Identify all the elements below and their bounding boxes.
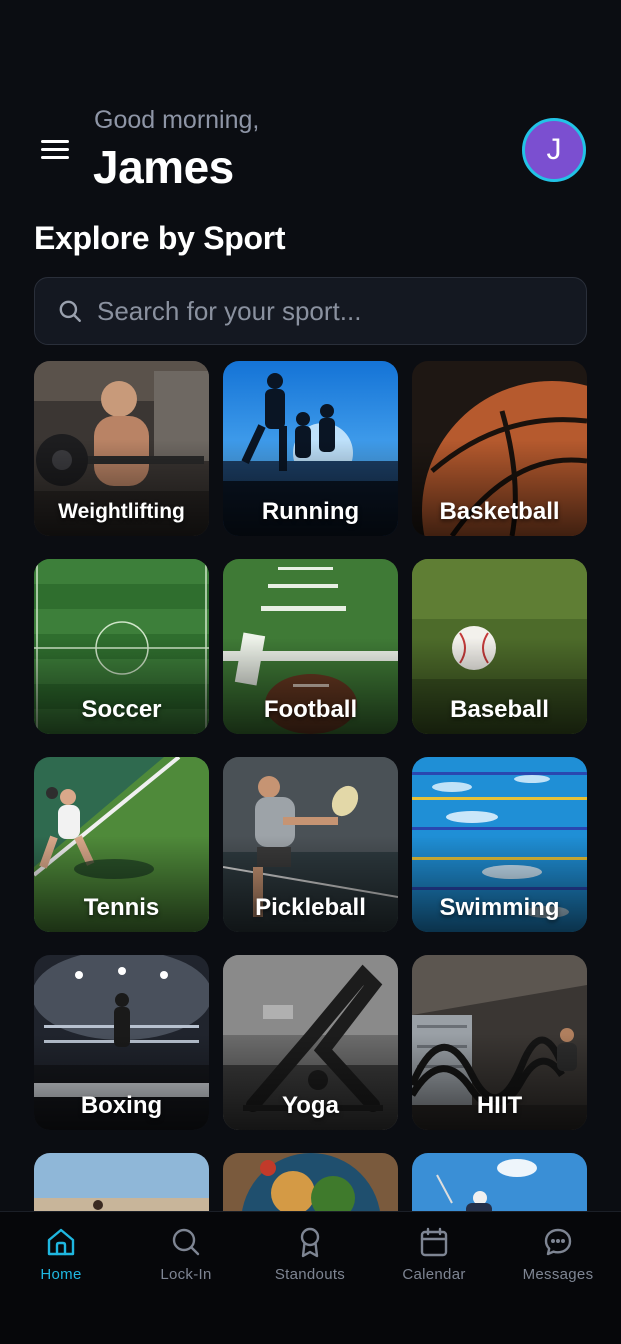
hamburger-menu-icon[interactable] bbox=[38, 136, 72, 164]
sport-tile-boxing[interactable]: Boxing bbox=[34, 955, 209, 1130]
sport-tile-swimming[interactable]: Swimming bbox=[412, 757, 587, 932]
avatar[interactable]: J bbox=[522, 118, 586, 182]
sport-label: Yoga bbox=[282, 1092, 339, 1119]
sport-label: Soccer bbox=[81, 696, 162, 723]
sport-tile-soccer[interactable]: Soccer bbox=[34, 559, 209, 734]
sport-tile-basketball[interactable]: Basketball bbox=[412, 361, 587, 536]
home-screen: Good morning, James J Explore by Sport S… bbox=[0, 0, 621, 1344]
home-icon bbox=[47, 1228, 75, 1256]
bottom-tab-bar: Home Lock-In Standouts Calendar Messages bbox=[0, 1211, 621, 1344]
sport-label: Tennis bbox=[83, 894, 160, 921]
tab-messages[interactable]: Messages bbox=[503, 1224, 613, 1288]
sport-label: Boxing bbox=[80, 1092, 163, 1119]
tab-standouts[interactable]: Standouts bbox=[255, 1224, 365, 1288]
sport-tile-tennis[interactable]: Tennis bbox=[34, 757, 209, 932]
user-name: James bbox=[93, 141, 234, 193]
tab-label: Standouts bbox=[274, 1266, 346, 1283]
tab-home[interactable]: Home bbox=[6, 1224, 116, 1288]
tab-label: Messages bbox=[522, 1266, 594, 1283]
section-title: Explore by Sport bbox=[34, 220, 286, 256]
sport-tile-yoga[interactable]: Yoga bbox=[223, 955, 398, 1130]
sport-label: HIIT bbox=[476, 1092, 523, 1119]
calendar-icon bbox=[420, 1227, 448, 1257]
sport-label: Pickleball bbox=[255, 894, 366, 921]
sport-label: Swimming bbox=[439, 894, 560, 921]
sport-label: Running bbox=[261, 498, 360, 525]
sport-tile-hiit[interactable]: HIIT bbox=[412, 955, 587, 1130]
sport-tile-pickleball[interactable]: Pickleball bbox=[223, 757, 398, 932]
sport-tile-baseball[interactable]: Baseball bbox=[412, 559, 587, 734]
search-icon bbox=[59, 300, 81, 322]
tab-lock-in[interactable]: Lock-In bbox=[131, 1224, 241, 1288]
tab-label: Home bbox=[40, 1266, 82, 1283]
tab-label: Lock-In bbox=[160, 1266, 212, 1283]
sport-label: Football bbox=[263, 696, 358, 723]
tab-label: Calendar bbox=[402, 1266, 466, 1283]
search-bar[interactable] bbox=[34, 277, 587, 345]
sport-label: Basketball bbox=[439, 498, 560, 525]
greeting-text: Good morning, bbox=[94, 106, 260, 134]
sport-tile-running[interactable]: Running bbox=[223, 361, 398, 536]
sport-label: Baseball bbox=[450, 696, 549, 723]
sport-tile-football[interactable]: Football bbox=[223, 559, 398, 734]
award-icon bbox=[300, 1227, 320, 1258]
tab-calendar[interactable]: Calendar bbox=[379, 1224, 489, 1288]
search-input[interactable] bbox=[97, 291, 570, 331]
sport-label: Weightlifting bbox=[58, 500, 185, 523]
chat-bubble-icon bbox=[544, 1228, 572, 1256]
avatar-initial: J bbox=[546, 133, 562, 166]
search-icon bbox=[172, 1228, 200, 1256]
sport-tile-weightlifting[interactable]: Weightlifting bbox=[34, 361, 209, 536]
